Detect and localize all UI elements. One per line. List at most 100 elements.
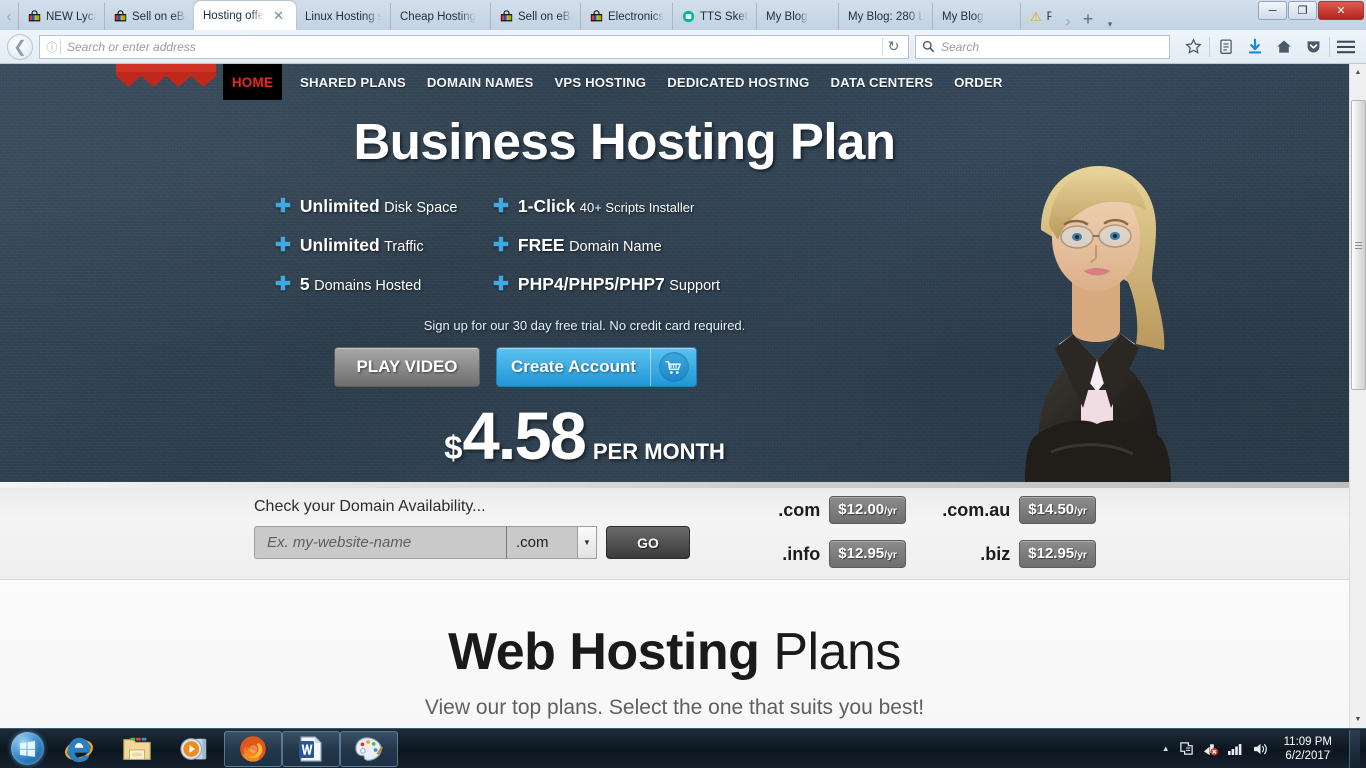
- nav-item-domain-names[interactable]: DOMAIN NAMES: [427, 75, 534, 90]
- tld-unit: /yr: [884, 505, 897, 517]
- taskbar-item-paint[interactable]: [340, 730, 398, 767]
- reload-icon[interactable]: ↻: [882, 38, 904, 55]
- minimize-button[interactable]: ─: [1258, 1, 1287, 20]
- close-icon[interactable]: ✕: [273, 9, 284, 22]
- browser-tab[interactable]: TTS Sketch: [672, 3, 756, 30]
- tld-price-chip: $12.95/yr: [829, 540, 906, 568]
- page-content: HOME SHARED PLANS DOMAIN NAMES VPS HOSTI…: [0, 64, 1349, 728]
- tld-price-item[interactable]: .biz $12.95/yr: [906, 540, 1096, 568]
- back-button[interactable]: ❮: [7, 33, 33, 60]
- search-bar[interactable]: Search: [915, 34, 1170, 59]
- tld-dropdown-button[interactable]: ▼: [578, 526, 597, 559]
- site-logo[interactable]: [116, 64, 216, 88]
- vertical-scrollbar[interactable]: ▲ ▼: [1349, 64, 1366, 728]
- scroll-down-button[interactable]: ▼: [1350, 711, 1366, 728]
- cart-button[interactable]: [650, 348, 696, 386]
- tld-price-grid: .com $12.00/yr .com.au $14.50/yr .info $…: [756, 496, 1096, 568]
- scroll-tabs-right-button[interactable]: ›: [1060, 13, 1076, 30]
- taskbar-item-microsoft-word[interactable]: [282, 730, 340, 767]
- browser-tab[interactable]: Electronics: [580, 3, 672, 30]
- home-icon[interactable]: [1271, 34, 1297, 60]
- internet-explorer-icon: [65, 737, 93, 762]
- ebay-favicon: [114, 10, 127, 22]
- pocket-icon[interactable]: [1300, 34, 1326, 60]
- nav-item-shared-plans[interactable]: SHARED PLANS: [300, 75, 406, 90]
- domain-name-input[interactable]: Ex. my-website-name: [254, 526, 506, 559]
- domain-go-button[interactable]: GO: [606, 526, 690, 559]
- search-input[interactable]: Search: [941, 40, 979, 54]
- tab-label: TTS Sketch: [700, 10, 748, 23]
- browser-tab[interactable]: Sell on eBay: [104, 3, 194, 30]
- plans-title-rest: Plans: [759, 623, 901, 681]
- create-account-button[interactable]: Create Account: [496, 347, 698, 387]
- taskbar-clock[interactable]: 11:09 PM 6/2/2017: [1278, 735, 1338, 763]
- feature-rest: Support: [669, 278, 721, 294]
- bookmark-star-icon[interactable]: [1180, 34, 1206, 60]
- scroll-tabs-left-button[interactable]: ‹: [0, 2, 18, 30]
- address-input[interactable]: Search or enter address: [67, 40, 882, 54]
- action-center-icon[interactable]: [1179, 741, 1194, 756]
- windows-taskbar: ▲ 11:09 PM 6/2/2017: [0, 728, 1366, 768]
- tab-label: Electronics: [608, 10, 664, 23]
- signal-icon[interactable]: [1227, 742, 1244, 755]
- taskbar-item-windows-media-player[interactable]: [166, 731, 224, 767]
- browser-tab[interactable]: Cheap Hosting: [390, 3, 490, 30]
- scrollbar-thumb[interactable]: [1351, 100, 1366, 390]
- close-window-button[interactable]: ✕: [1318, 1, 1364, 20]
- firefox-icon: [240, 735, 266, 762]
- tld-select[interactable]: .com: [506, 526, 578, 559]
- browser-tab[interactable]: Sell on eBay: [490, 3, 580, 30]
- plans-title: Web Hosting Plans: [0, 622, 1349, 682]
- tab-label: P: [1047, 11, 1052, 23]
- tld-price-item[interactable]: .com.au $14.50/yr: [906, 496, 1096, 524]
- play-video-button[interactable]: PLAY VIDEO: [334, 347, 480, 387]
- address-bar[interactable]: ⓘ Search or enter address ↻: [39, 34, 909, 59]
- go-button-label: GO: [637, 534, 659, 551]
- file-explorer-icon: [123, 737, 151, 760]
- domain-search-section: Check your Domain Availability... Ex. my…: [0, 482, 1349, 580]
- taskbar-item-firefox[interactable]: [224, 730, 282, 767]
- windows-start-orb-icon: [10, 732, 44, 765]
- browser-tab-active[interactable]: Hosting offe ✕: [194, 1, 296, 30]
- nav-item-vps-hosting[interactable]: VPS HOSTING: [554, 75, 646, 90]
- ebay-favicon: [590, 10, 603, 22]
- domain-search-title: Check your Domain Availability...: [254, 498, 486, 515]
- feature-strong: 1-Click: [517, 196, 576, 216]
- site-navigation: HOME SHARED PLANS DOMAIN NAMES VPS HOSTI…: [0, 64, 1349, 100]
- browser-tab[interactable]: ⚠ P: [1020, 3, 1060, 30]
- sidebar-item-home[interactable]: HOME: [223, 64, 282, 100]
- tld-price: $14.50: [1028, 501, 1075, 518]
- menu-icon[interactable]: [1333, 34, 1359, 60]
- taskbar-item-internet-explorer[interactable]: [50, 731, 108, 767]
- reading-list-icon[interactable]: [1213, 34, 1239, 60]
- nav-item-dedicated-hosting[interactable]: DEDICATED HOSTING: [667, 75, 809, 90]
- browser-tab[interactable]: My Blog: [756, 3, 838, 30]
- scroll-up-button[interactable]: ▲: [1350, 64, 1366, 81]
- show-hidden-icons-button[interactable]: ▲: [1162, 744, 1170, 753]
- browser-tab[interactable]: Linux Hosting s: [296, 3, 390, 30]
- new-tab-button[interactable]: +: [1076, 9, 1100, 30]
- browser-tab[interactable]: My Blog: 280 Lo: [838, 3, 932, 30]
- hero-buttons: PLAY VIDEO Create Account: [334, 347, 1349, 387]
- tld-price-item[interactable]: .com $12.00/yr: [756, 496, 906, 524]
- show-desktop-button[interactable]: [1349, 729, 1360, 768]
- plans-subtitle: View our top plans. Select the one that …: [424, 696, 925, 719]
- downloads-icon[interactable]: [1242, 34, 1268, 60]
- volume-icon[interactable]: [1253, 742, 1269, 756]
- tld-unit: /yr: [1074, 505, 1087, 517]
- network-error-icon[interactable]: [1203, 741, 1219, 756]
- tld-price-item[interactable]: .info $12.95/yr: [756, 540, 906, 568]
- plans-section: Web Hosting Plans View our top plans. Se…: [0, 580, 1349, 728]
- nav-item-order[interactable]: ORDER: [954, 75, 1002, 90]
- site-identity-icon[interactable]: ⓘ: [44, 39, 61, 54]
- list-all-tabs-button[interactable]: ▾: [1100, 19, 1120, 30]
- browser-tab[interactable]: NEW Lyca T: [18, 3, 104, 30]
- paint-icon: [355, 736, 384, 761]
- taskbar-item-file-explorer[interactable]: [108, 731, 166, 767]
- microsoft-word-icon: [299, 735, 322, 762]
- nav-item-data-centers[interactable]: DATA CENTERS: [830, 75, 933, 90]
- feature-item: ✚ FREE Domain Name: [493, 234, 805, 257]
- restore-button[interactable]: ❐: [1288, 1, 1317, 20]
- start-button[interactable]: [4, 731, 50, 767]
- browser-tab[interactable]: My Blog: [932, 3, 1020, 30]
